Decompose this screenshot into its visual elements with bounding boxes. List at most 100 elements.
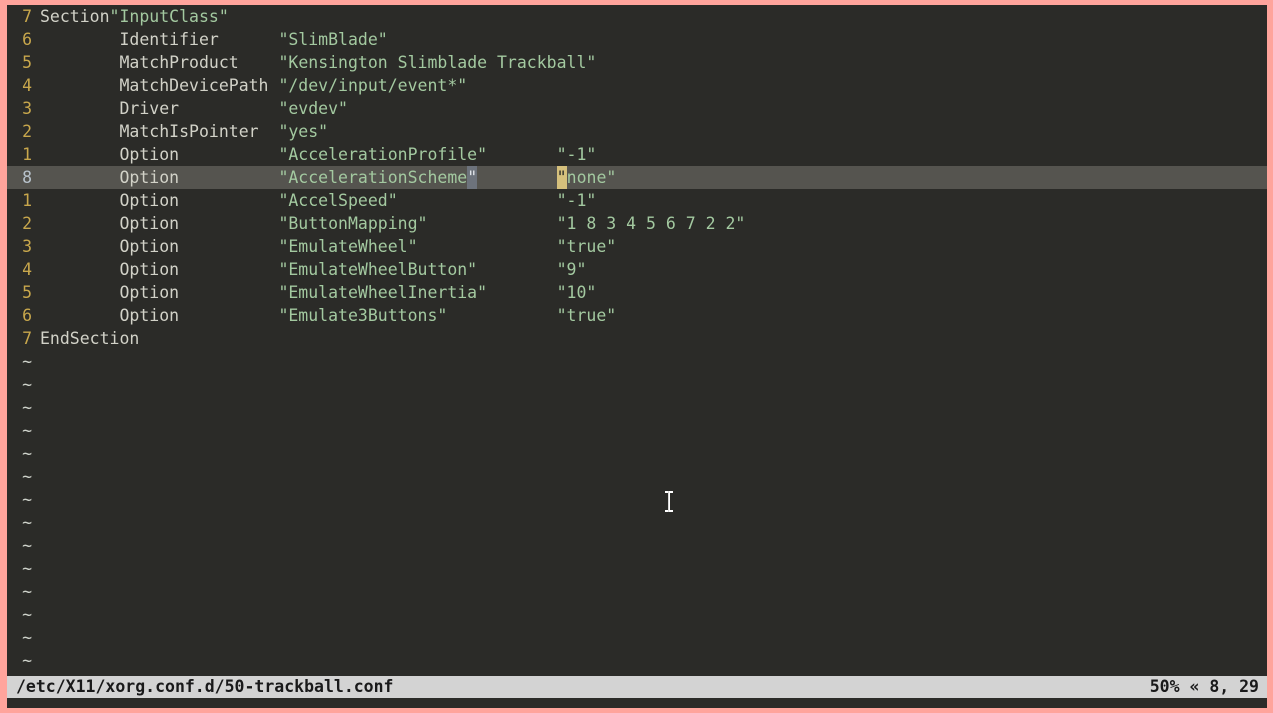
buffer-line[interactable]: 2 Option "ButtonMapping" "1 8 3 4 5 6 7 … [7,212,1267,235]
syntax-string: "SlimBlade" [278,30,388,49]
syntax-string: "/dev/input/event*" [278,76,468,95]
syntax-keyword: Identifier [119,30,219,49]
buffer-line[interactable]: 7 EndSection [7,327,1267,350]
vim-window: 7 Section"InputClass" 6 Identifier "SlimBl… [0,0,1273,713]
buffer-line[interactable]: 5 Option "EmulateWheelInertia" "10" [7,281,1267,304]
tilde-marker: ~ [22,628,32,647]
buffer-filler-line: ~ [7,534,1267,557]
syntax-string-value: "true" [556,306,617,325]
syntax-keyword: MatchDevicePath [119,76,269,95]
buffer-line[interactable]: 6 Identifier "SlimBlade" [7,28,1267,51]
line-text: Option "Emulate3Buttons" "true" [40,306,616,325]
buffer-line[interactable]: 3 Option "EmulateWheel" "true" [7,235,1267,258]
syntax-string: "evdev" [278,99,348,118]
statusline-ruler: 50% « 8, 29 [1149,677,1259,696]
line-number: 6 [22,306,32,325]
line-text: Option "EmulateWheelInertia" "10" [40,283,596,302]
buffer-filler-line: ~ [7,626,1267,649]
command-line[interactable] [7,698,1267,708]
line-text: EndSection [40,329,139,348]
syntax-string: "yes" [278,122,329,141]
line-text: Option "ButtonMapping" "1 8 3 4 5 6 7 2 … [40,214,745,233]
buffer-filler-line: ~ [7,465,1267,488]
syntax-keyword: MatchIsPointer [119,122,259,141]
line-number: 1 [22,191,32,210]
line-text: MatchIsPointer "yes" [40,122,328,141]
syntax-keyword: Option [119,145,180,164]
buffer-line[interactable]: 2 MatchIsPointer "yes" [7,120,1267,143]
buffer-line[interactable]: 6 Option "Emulate3Buttons" "true" [7,304,1267,327]
tilde-marker: ~ [22,398,32,417]
syntax-string: "InputClass" [109,7,229,26]
tilde-marker: ~ [22,605,32,624]
line-text: Section"InputClass" [40,7,229,26]
syntax-keyword: Option [119,191,180,210]
line-text: Option "AccelerationProfile" "-1" [40,145,596,164]
syntax-keyword: Option [119,237,180,256]
tilde-marker: ~ [22,559,32,578]
statusline-filepath: /etc/X11/xorg.conf.d/50-trackball.conf [16,677,394,696]
syntax-string: "AccelerationProfile" [278,145,488,164]
buffer-filler-line: ~ [7,580,1267,603]
line-number: 2 [22,214,32,233]
buffer-line[interactable]: 4 Option "EmulateWheelButton" "9" [7,258,1267,281]
line-number: 4 [22,260,32,279]
buffer-filler-line: ~ [7,350,1267,373]
tilde-marker: ~ [22,490,32,509]
tilde-marker: ~ [22,444,32,463]
buffer-filler-line: ~ [7,649,1267,672]
syntax-string-value: "1 8 3 4 5 6 7 2 2" [556,214,746,233]
syntax-string: "EmulateWheel" [278,237,418,256]
tilde-marker: ~ [22,352,32,371]
line-number: 5 [22,53,32,72]
syntax-keyword: Option [119,168,180,187]
line-text: Option "AccelerationScheme" "none" [40,166,617,189]
line-number: 7 [22,329,32,348]
buffer-filler-line: ~ [7,419,1267,442]
syntax-string-value: "true" [556,237,617,256]
buffer-line[interactable]: 5 MatchProduct "Kensington Slimblade Tra… [7,51,1267,74]
text-buffer[interactable]: 7 Section"InputClass" 6 Identifier "SlimBl… [7,5,1267,670]
tilde-marker: ~ [22,536,32,555]
buffer-line[interactable]: 4 MatchDevicePath "/dev/input/event*" [7,74,1267,97]
buffer-line[interactable]: 1 Option "AccelSpeed" "-1" [7,189,1267,212]
buffer-line-current[interactable]: 8 Option "AccelerationScheme" "none" [7,166,1267,189]
syntax-string-value: "10" [556,283,597,302]
tilde-marker: ~ [22,467,32,486]
syntax-string: "ButtonMapping" [278,214,428,233]
buffer-filler-line: ~ [7,603,1267,626]
line-number: 6 [22,30,32,49]
line-text: Option "EmulateWheelButton" "9" [40,260,586,279]
tilde-marker: ~ [22,375,32,394]
buffer-filler-line: ~ [7,488,1267,511]
buffer-line[interactable]: 7 Section"InputClass" [7,5,1267,28]
buffer-line[interactable]: 1 Option "AccelerationProfile" "-1" [7,143,1267,166]
line-number: 2 [22,122,32,141]
line-text: Option "EmulateWheel" "true" [40,237,616,256]
syntax-string-value: "9" [556,260,587,279]
syntax-string: "EmulateWheelInertia" [278,283,488,302]
syntax-keyword: Option [119,260,180,279]
line-number: 3 [22,237,32,256]
buffer-filler-line: ~ [7,373,1267,396]
syntax-keyword: Section [40,7,110,26]
status-line: /etc/X11/xorg.conf.d/50-trackball.conf 5… [7,676,1267,698]
syntax-string: "Kensington Slimblade Trackball" [278,53,597,72]
line-text: MatchProduct "Kensington Slimblade Track… [40,53,596,72]
line-number: 5 [22,283,32,302]
syntax-string-value: none" [566,168,617,187]
matchparen-highlight: " [467,166,478,189]
buffer-filler-line: ~ [7,442,1267,465]
syntax-string-value: "-1" [556,191,597,210]
line-number: 4 [22,76,32,95]
tilde-marker: ~ [22,582,32,601]
syntax-keyword: Option [119,283,180,302]
syntax-keyword: Driver [119,99,180,118]
buffer-filler-line: ~ [7,557,1267,580]
buffer-line[interactable]: 3 Driver "evdev" [7,97,1267,120]
line-text: Option "AccelSpeed" "-1" [40,191,596,210]
line-text: MatchDevicePath "/dev/input/event*" [40,76,467,95]
tilde-marker: ~ [22,513,32,532]
syntax-keyword: Option [119,306,180,325]
syntax-string-value: "-1" [556,145,597,164]
